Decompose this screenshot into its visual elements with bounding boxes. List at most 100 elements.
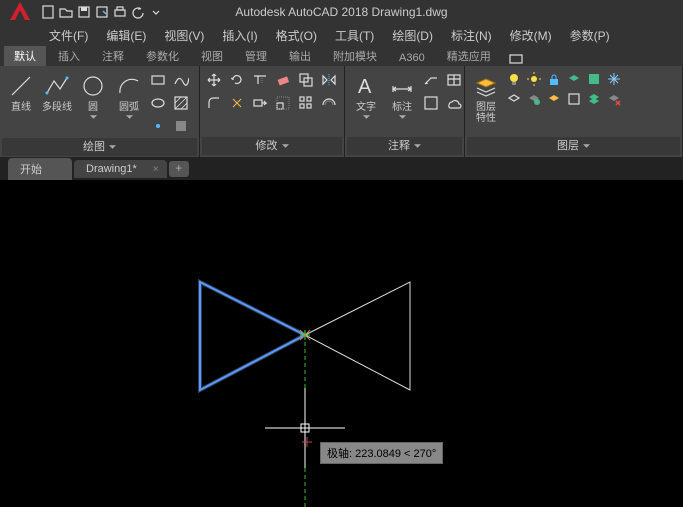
panel-draw: 直线 多段线 圆 圆弧 [0,66,200,157]
spline-icon[interactable] [171,70,191,90]
menu-bar: 文件(F) 编辑(E) 视图(V) 插入(I) 格式(O) 工具(T) 绘图(D… [0,24,683,46]
chevron-down-icon [399,115,406,119]
tab-annotate[interactable]: 注释 [92,46,134,66]
panel-annotate: A 文字 标注 注释 [345,66,465,157]
add-tab-button[interactable]: + [169,161,189,177]
layer-merge-icon[interactable] [585,90,603,108]
chevron-down-icon [126,115,133,119]
panel-title-layer[interactable]: 图层 [467,137,680,155]
panel-title-draw[interactable]: 绘图 [2,138,197,156]
layer-color-icon[interactable] [585,70,603,88]
lightbulb-icon[interactable] [505,70,523,88]
save-icon[interactable] [76,4,92,20]
layer-delete-icon[interactable] [605,90,623,108]
array-icon[interactable] [296,93,316,113]
rectangle-icon[interactable] [148,70,168,90]
menu-edit[interactable]: 编辑(E) [102,25,150,46]
ribbon-more-icon[interactable] [503,52,529,66]
copy-icon[interactable] [296,70,316,90]
tab-output[interactable]: 输出 [279,46,321,66]
drawing-canvas[interactable]: 极轴: 223.0849 < 270° [0,180,683,507]
tab-parametric[interactable]: 参数化 [136,46,189,66]
svg-text:A: A [358,76,372,98]
erase-icon[interactable] [273,70,293,90]
tab-addins[interactable]: 附加模块 [323,46,387,66]
open-icon[interactable] [58,4,74,20]
line-icon [7,72,35,100]
layer-properties-button[interactable]: 图层 特性 [469,70,503,126]
qat-dropdown-icon[interactable] [148,4,164,20]
trim-icon[interactable] [250,70,270,90]
arc-button[interactable]: 圆弧 [112,70,146,121]
menu-modify[interactable]: 修改(M) [506,25,556,46]
cloud-icon[interactable] [444,93,464,113]
hatch-icon[interactable] [171,93,191,113]
tab-drawing1[interactable]: Drawing1*× [74,160,167,178]
panel-title-annotate[interactable]: 注释 [347,137,462,155]
saveas-icon[interactable] [94,4,110,20]
menu-param[interactable]: 参数(P) [566,25,614,46]
layer-freeze-icon[interactable] [605,70,623,88]
stretch-icon[interactable] [250,93,270,113]
circle-button[interactable]: 圆 [76,70,110,121]
new-icon[interactable] [40,4,56,20]
polyline-icon [43,72,71,100]
ribbon-tab-strip: 默认 插入 注释 参数化 视图 管理 输出 附加模块 A360 精选应用 [0,46,683,66]
sun-icon[interactable] [525,70,543,88]
app-logo[interactable] [4,0,36,28]
tab-default[interactable]: 默认 [4,46,46,66]
polyline-button[interactable]: 多段线 [40,70,74,115]
scale-icon[interactable] [273,93,293,113]
offset-icon[interactable] [319,93,339,113]
close-icon[interactable]: × [153,164,159,175]
leader-icon[interactable] [421,70,441,90]
fillet-icon[interactable] [204,93,224,113]
ribbon: 直线 多段线 圆 圆弧 [0,66,683,158]
undo-icon[interactable] [130,4,146,20]
plot-icon[interactable] [112,4,128,20]
panel-title-modify[interactable]: 修改 [202,137,342,155]
mtext-icon[interactable] [421,93,441,113]
table-icon[interactable] [444,70,464,90]
panel-layer: 图层 特性 图层 [465,66,683,157]
quick-access-toolbar [40,4,164,20]
ellipse-icon[interactable] [148,93,168,113]
point-icon[interactable] [148,116,168,136]
mirror-icon[interactable] [319,70,339,90]
dimension-button[interactable]: 标注 [385,70,419,121]
rotate-icon[interactable] [227,70,247,90]
menu-format[interactable]: 格式(O) [272,25,321,46]
menu-file[interactable]: 文件(F) [45,25,92,46]
menu-insert[interactable]: 插入(I) [218,25,261,46]
move-icon[interactable] [204,70,224,90]
document-tabs: 开始 Drawing1*× + [0,158,683,180]
chevron-down-icon [90,115,97,119]
tab-insert[interactable]: 插入 [48,46,90,66]
tab-manage[interactable]: 管理 [235,46,277,66]
layer-state-icon[interactable] [565,90,583,108]
tab-a360[interactable]: A360 [389,50,435,66]
menu-dim[interactable]: 标注(N) [447,25,496,46]
title-bar: Autodesk AutoCAD 2018 Drawing1.dwg [0,0,683,24]
text-icon: A [352,72,380,100]
menu-tools[interactable]: 工具(T) [331,25,378,46]
menu-draw[interactable]: 绘图(D) [388,25,437,46]
polar-tooltip: 极轴: 223.0849 < 270° [320,442,443,464]
layer-match-icon[interactable] [525,90,543,108]
tab-featured[interactable]: 精选应用 [437,46,501,66]
dimension-icon [388,72,416,100]
tab-start[interactable]: 开始 [8,158,72,180]
panel-modify: 修改 [200,66,345,157]
region-icon[interactable] [171,116,191,136]
explode-icon[interactable] [227,93,247,113]
tab-view[interactable]: 视图 [191,46,233,66]
layer-iso-icon[interactable] [505,90,523,108]
menu-view[interactable]: 视图(V) [160,25,208,46]
layer-off-icon[interactable] [565,70,583,88]
lock-icon[interactable] [545,70,563,88]
text-button[interactable]: A 文字 [349,70,383,121]
arc-icon [115,72,143,100]
line-button[interactable]: 直线 [4,70,38,115]
window-title: Autodesk AutoCAD 2018 Drawing1.dwg [235,5,447,19]
layer-prev-icon[interactable] [545,90,563,108]
